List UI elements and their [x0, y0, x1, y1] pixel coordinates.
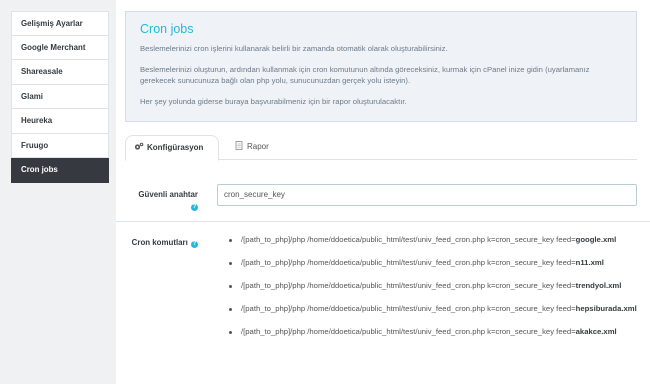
info-alert: Cron jobs Beslemelerinizi cron işlerini …: [125, 11, 637, 122]
sidebar-item-google-merchant[interactable]: Google Merchant: [11, 35, 109, 60]
tab-bar: Konfigürasyon Rapor: [125, 133, 637, 161]
sidebar-item-heureka[interactable]: Heureka: [11, 109, 109, 134]
sidebar-item-gelismis-ayarlar[interactable]: Gelişmiş Ayarlar: [11, 11, 109, 36]
secure-key-label: Güvenli anahtar ?: [138, 190, 198, 211]
sidebar-item-glami[interactable]: Glami: [11, 84, 109, 109]
cron-command-akakce: /[path_to_php]/php /home/ddoetica/public…: [226, 327, 641, 338]
gears-icon: [134, 142, 144, 150]
sidebar-item-shareasale[interactable]: Shareasale: [11, 60, 109, 85]
tab-report[interactable]: Rapor: [226, 135, 277, 160]
alert-text-1: Beslemelerinizi cron işlerini kullanarak…: [140, 44, 448, 53]
alert-title: Cron jobs: [140, 22, 194, 36]
document-icon: [235, 141, 243, 150]
help-icon[interactable]: ?: [191, 241, 198, 248]
alert-text-2: Beslemelerinizi oluşturun, ardından kull…: [140, 65, 590, 85]
sidebar-item-cron-jobs[interactable]: Cron jobs: [11, 158, 109, 183]
help-icon[interactable]: ?: [191, 204, 198, 211]
alert-text-3: Her şey yolunda giderse buraya başvurabi…: [140, 97, 407, 106]
divider: [116, 221, 650, 222]
cron-command-trendyol: /[path_to_php]/php /home/ddoetica/public…: [226, 281, 641, 292]
tab-configuration[interactable]: Konfigürasyon: [125, 135, 219, 161]
tab-report-label: Rapor: [247, 142, 269, 151]
cron-command-hepsiburada: /[path_to_php]/php /home/ddoetica/public…: [226, 304, 641, 315]
cron-command-google: /[path_to_php]/php /home/ddoetica/public…: [226, 235, 641, 246]
main-panel: Cron jobs Beslemelerinizi cron işlerini …: [116, 0, 650, 384]
tab-configuration-label: Konfigürasyon: [147, 143, 204, 152]
cron-command-list: /[path_to_php]/php /home/ddoetica/public…: [226, 235, 641, 350]
cron-command-n11: /[path_to_php]/php /home/ddoetica/public…: [226, 258, 641, 269]
cron-commands-label: Cron komutları ?: [131, 238, 198, 248]
sidebar-item-fruugo[interactable]: Fruugo: [11, 133, 109, 158]
sidebar: Gelişmiş Ayarlar Google Merchant Shareas…: [11, 11, 109, 183]
secure-key-input[interactable]: cron_secure_key: [217, 184, 637, 206]
